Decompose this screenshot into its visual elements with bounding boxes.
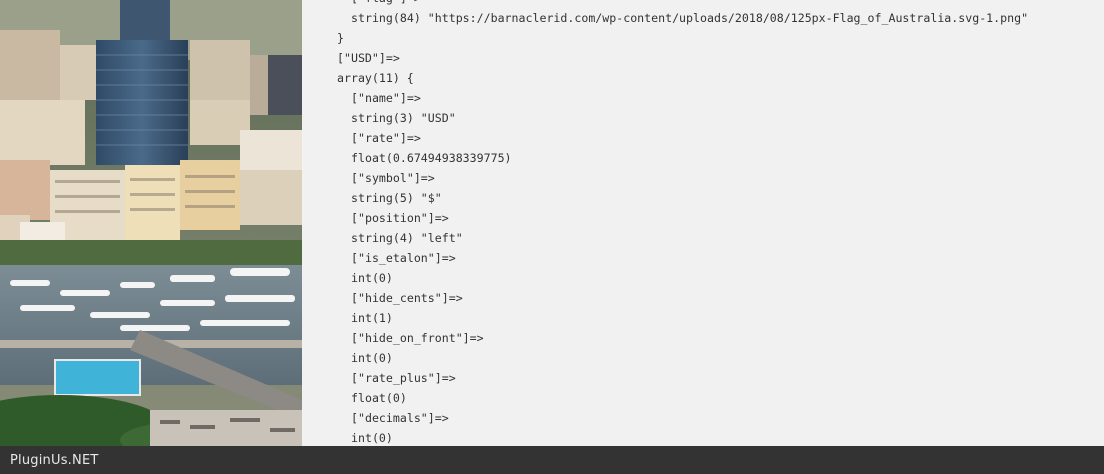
code-line: ["is_etalon"]=> — [351, 251, 456, 265]
code-line: int(0) — [351, 431, 393, 445]
harbor-illustration — [0, 0, 302, 446]
code-line: ["position"]=> — [351, 211, 449, 225]
code-line: float(0) — [351, 391, 407, 405]
code-line: string(84) "https://barnaclerid.com/wp-c… — [351, 11, 1029, 25]
code-line: ["decimals"]=> — [351, 411, 449, 425]
code-line: ["USD"]=> — [337, 51, 400, 65]
code-line: ["hide_on_front"]=> — [351, 331, 484, 345]
code-line: ["flag"]=> — [337, 0, 1028, 8]
code-line: ["rate"]=> — [351, 131, 421, 145]
page: ["flag"]=> string(84) "https://barnacleri… — [0, 0, 1104, 474]
code-line: string(3) "USD" — [351, 111, 456, 125]
code-line: int(0) — [351, 271, 393, 285]
code-line: array(11) { — [337, 71, 414, 85]
code-line: float(0.67494938339775) — [351, 151, 512, 165]
code-line: ["hide_cents"]=> — [351, 291, 463, 305]
var-dump-panel: ["flag"]=> string(84) "https://barnacleri… — [302, 0, 1104, 446]
var-dump-output: ["flag"]=> string(84) "https://barnacleri… — [337, 0, 1028, 446]
code-line: int(1) — [351, 311, 393, 325]
code-line: ["symbol"]=> — [351, 171, 435, 185]
code-line: ["rate_plus"]=> — [351, 371, 456, 385]
code-line: ["name"]=> — [351, 91, 421, 105]
code-line: int(0) — [351, 351, 393, 365]
code-line: } — [337, 31, 344, 45]
monaco-harbor-photo — [0, 0, 302, 446]
code-line: string(4) "left" — [351, 231, 463, 245]
footer-brand-link[interactable]: PluginUs.NET — [10, 453, 99, 468]
code-line: string(5) "$" — [351, 191, 442, 205]
footer-bar: PluginUs.NET — [0, 446, 1104, 474]
